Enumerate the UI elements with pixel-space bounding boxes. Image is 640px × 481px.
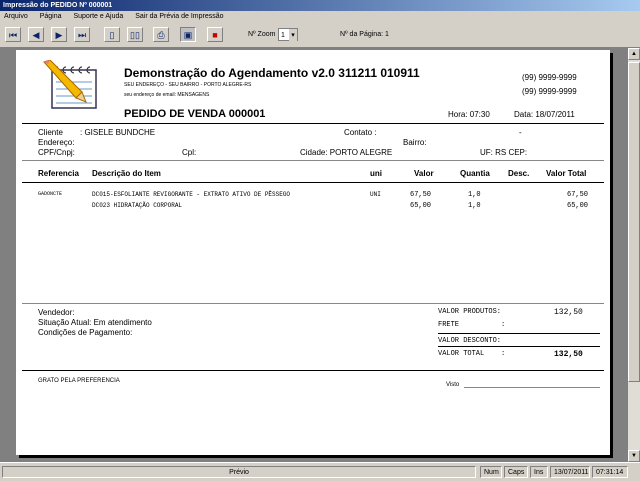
company-address: SEU ENDEREÇO - SEU BAIRRO - PORTO ALEGRE… xyxy=(124,82,252,88)
vendedor-label: Vendedor: xyxy=(38,308,75,317)
zoom-label: Nº Zoom xyxy=(248,31,276,38)
menu-bar: Arquivo Página Suporte e Ajuda Sair da P… xyxy=(0,11,640,23)
condicoes-label: Condições de Pagamento: xyxy=(38,328,133,337)
contato-label: Contato : xyxy=(344,128,377,137)
menu-arquivo[interactable]: Arquivo xyxy=(4,13,28,20)
toolbar: ⏮ ◀ ▶ ⏭ ▯ ▯▯ ⎙ ▣ ■ Nº Zoom 1 ▾ Nº da Pági… xyxy=(0,23,640,48)
endereco-label: Endereço: xyxy=(38,138,75,147)
chevron-down-icon: ▾ xyxy=(289,29,297,42)
row-1-qtd: 1,0 xyxy=(468,191,481,199)
status-ins: Ins xyxy=(530,466,548,478)
menu-pagina[interactable]: Página xyxy=(40,13,62,20)
status-mode: Prévio xyxy=(2,466,476,478)
situacao-label: Situação Atual: Em atendimento xyxy=(38,318,152,327)
order-time: Hora: 07:30 xyxy=(448,110,490,119)
row-1-ref: GADONCTE xyxy=(38,191,63,197)
close-preview-icon[interactable]: ■ xyxy=(207,27,223,42)
menu-sair[interactable]: Sair da Prévia de Impressão xyxy=(135,13,223,20)
scroll-down-icon[interactable]: ▼ xyxy=(628,450,640,462)
divider xyxy=(22,123,604,124)
prev-page-icon[interactable]: ◀ xyxy=(28,27,44,42)
uf-cep-label: UF: RS CEP: xyxy=(480,148,528,157)
row-2-desc: DC023 HIDRATAÇÃO CORPORAL xyxy=(92,202,183,209)
vertical-scrollbar[interactable]: ▲ ▼ xyxy=(628,48,640,462)
scroll-up-icon[interactable]: ▲ xyxy=(628,48,640,60)
total-label-total: VALOR TOTAL : xyxy=(438,350,506,358)
divider xyxy=(22,370,604,371)
menu-suporte[interactable]: Suporte e Ajuda xyxy=(73,13,123,20)
total-value-total: 132,50 xyxy=(554,350,583,359)
scroll-thumb[interactable] xyxy=(628,62,640,382)
last-page-icon[interactable]: ⏭ xyxy=(74,27,90,42)
visto-label: Visto xyxy=(446,382,460,388)
company-email: seu endereço de email: MENSAGENS xyxy=(124,92,210,98)
cpl-label: Cpl: xyxy=(182,148,197,157)
two-page-icon[interactable]: ▯▯ xyxy=(127,27,143,42)
zoom-fit-icon[interactable]: ▣ xyxy=(180,27,196,42)
phone-2: (99) 9999-9999 xyxy=(522,87,577,96)
cliente-value: : GISELE BUNDCHE xyxy=(80,128,156,137)
divider xyxy=(438,346,600,347)
divider xyxy=(22,303,604,304)
page-number-label: Nº da Página: 1 xyxy=(340,31,389,38)
col-uni: uni xyxy=(370,169,382,178)
cidade-label: Cidade: PORTO ALEGRE xyxy=(300,148,393,157)
status-bar: Prévio Num Caps Ins 13/07/2011 07:31:14 xyxy=(0,462,640,481)
cpf-label: CPF/Cnpj: xyxy=(38,148,75,157)
zoom-select[interactable]: 1 ▾ xyxy=(278,28,298,42)
status-date: 13/07/2011 xyxy=(550,466,590,478)
first-page-icon[interactable]: ⏮ xyxy=(5,27,21,42)
window-title: Impressão do PEDIDO Nº 000001 xyxy=(0,0,640,11)
status-num: Num xyxy=(480,466,502,478)
company-name: Demonstração do Agendamento v2.0 311211 … xyxy=(124,66,420,80)
row-1-total: 67,50 xyxy=(567,191,589,199)
row-1-desc: DC015-ESFOLIANTE REVIGORANTE - EXTRATO A… xyxy=(92,191,291,198)
total-label-desconto: VALOR DESCONTO: xyxy=(438,337,502,345)
col-desc: Desc. xyxy=(508,169,530,178)
separator-dash: - xyxy=(519,128,522,137)
signature-line xyxy=(464,387,600,388)
status-caps: Caps xyxy=(504,466,528,478)
zoom-value: 1 xyxy=(281,32,285,39)
col-descricao: Descrição do Item xyxy=(92,169,161,178)
bairro-label: Bairro: xyxy=(403,138,427,147)
col-quantia: Quantia xyxy=(460,169,490,178)
order-date: Data: 18/07/2011 xyxy=(514,110,575,119)
phone-1: (99) 9999-9999 xyxy=(522,73,577,82)
row-2-total: 65,00 xyxy=(567,202,589,210)
row-1-uni: UNI xyxy=(370,191,381,198)
preview-area: Demonstração do Agendamento v2.0 311211 … xyxy=(0,48,628,462)
col-valor: Valor xyxy=(414,169,434,178)
row-2-valor: 65,00 xyxy=(410,202,432,210)
total-value-produtos: 132,50 xyxy=(554,308,583,317)
cliente-label: Cliente xyxy=(38,128,63,137)
divider xyxy=(22,182,604,183)
single-page-icon[interactable]: ▯ xyxy=(104,27,120,42)
footer-message: GRATO PELA PREFERENCIA xyxy=(38,378,120,384)
notepad-pencil-icon xyxy=(43,60,97,109)
order-title: PEDIDO DE VENDA 000001 xyxy=(124,108,266,120)
divider xyxy=(22,160,604,161)
divider xyxy=(438,333,600,334)
total-label-frete: FRETE : xyxy=(438,321,506,329)
row-2-qtd: 1,0 xyxy=(468,202,481,210)
row-1-valor: 67,50 xyxy=(410,191,432,199)
next-page-icon[interactable]: ▶ xyxy=(51,27,67,42)
printer-icon[interactable]: ⎙ xyxy=(153,27,169,42)
total-label-produtos: VALOR PRODUTOS: xyxy=(438,308,502,316)
col-valor-total: Valor Total xyxy=(546,169,587,178)
status-time: 07:31:14 xyxy=(592,466,628,478)
col-referencia: Referencia xyxy=(38,169,79,178)
report-page: Demonstração do Agendamento v2.0 311211 … xyxy=(16,50,610,455)
